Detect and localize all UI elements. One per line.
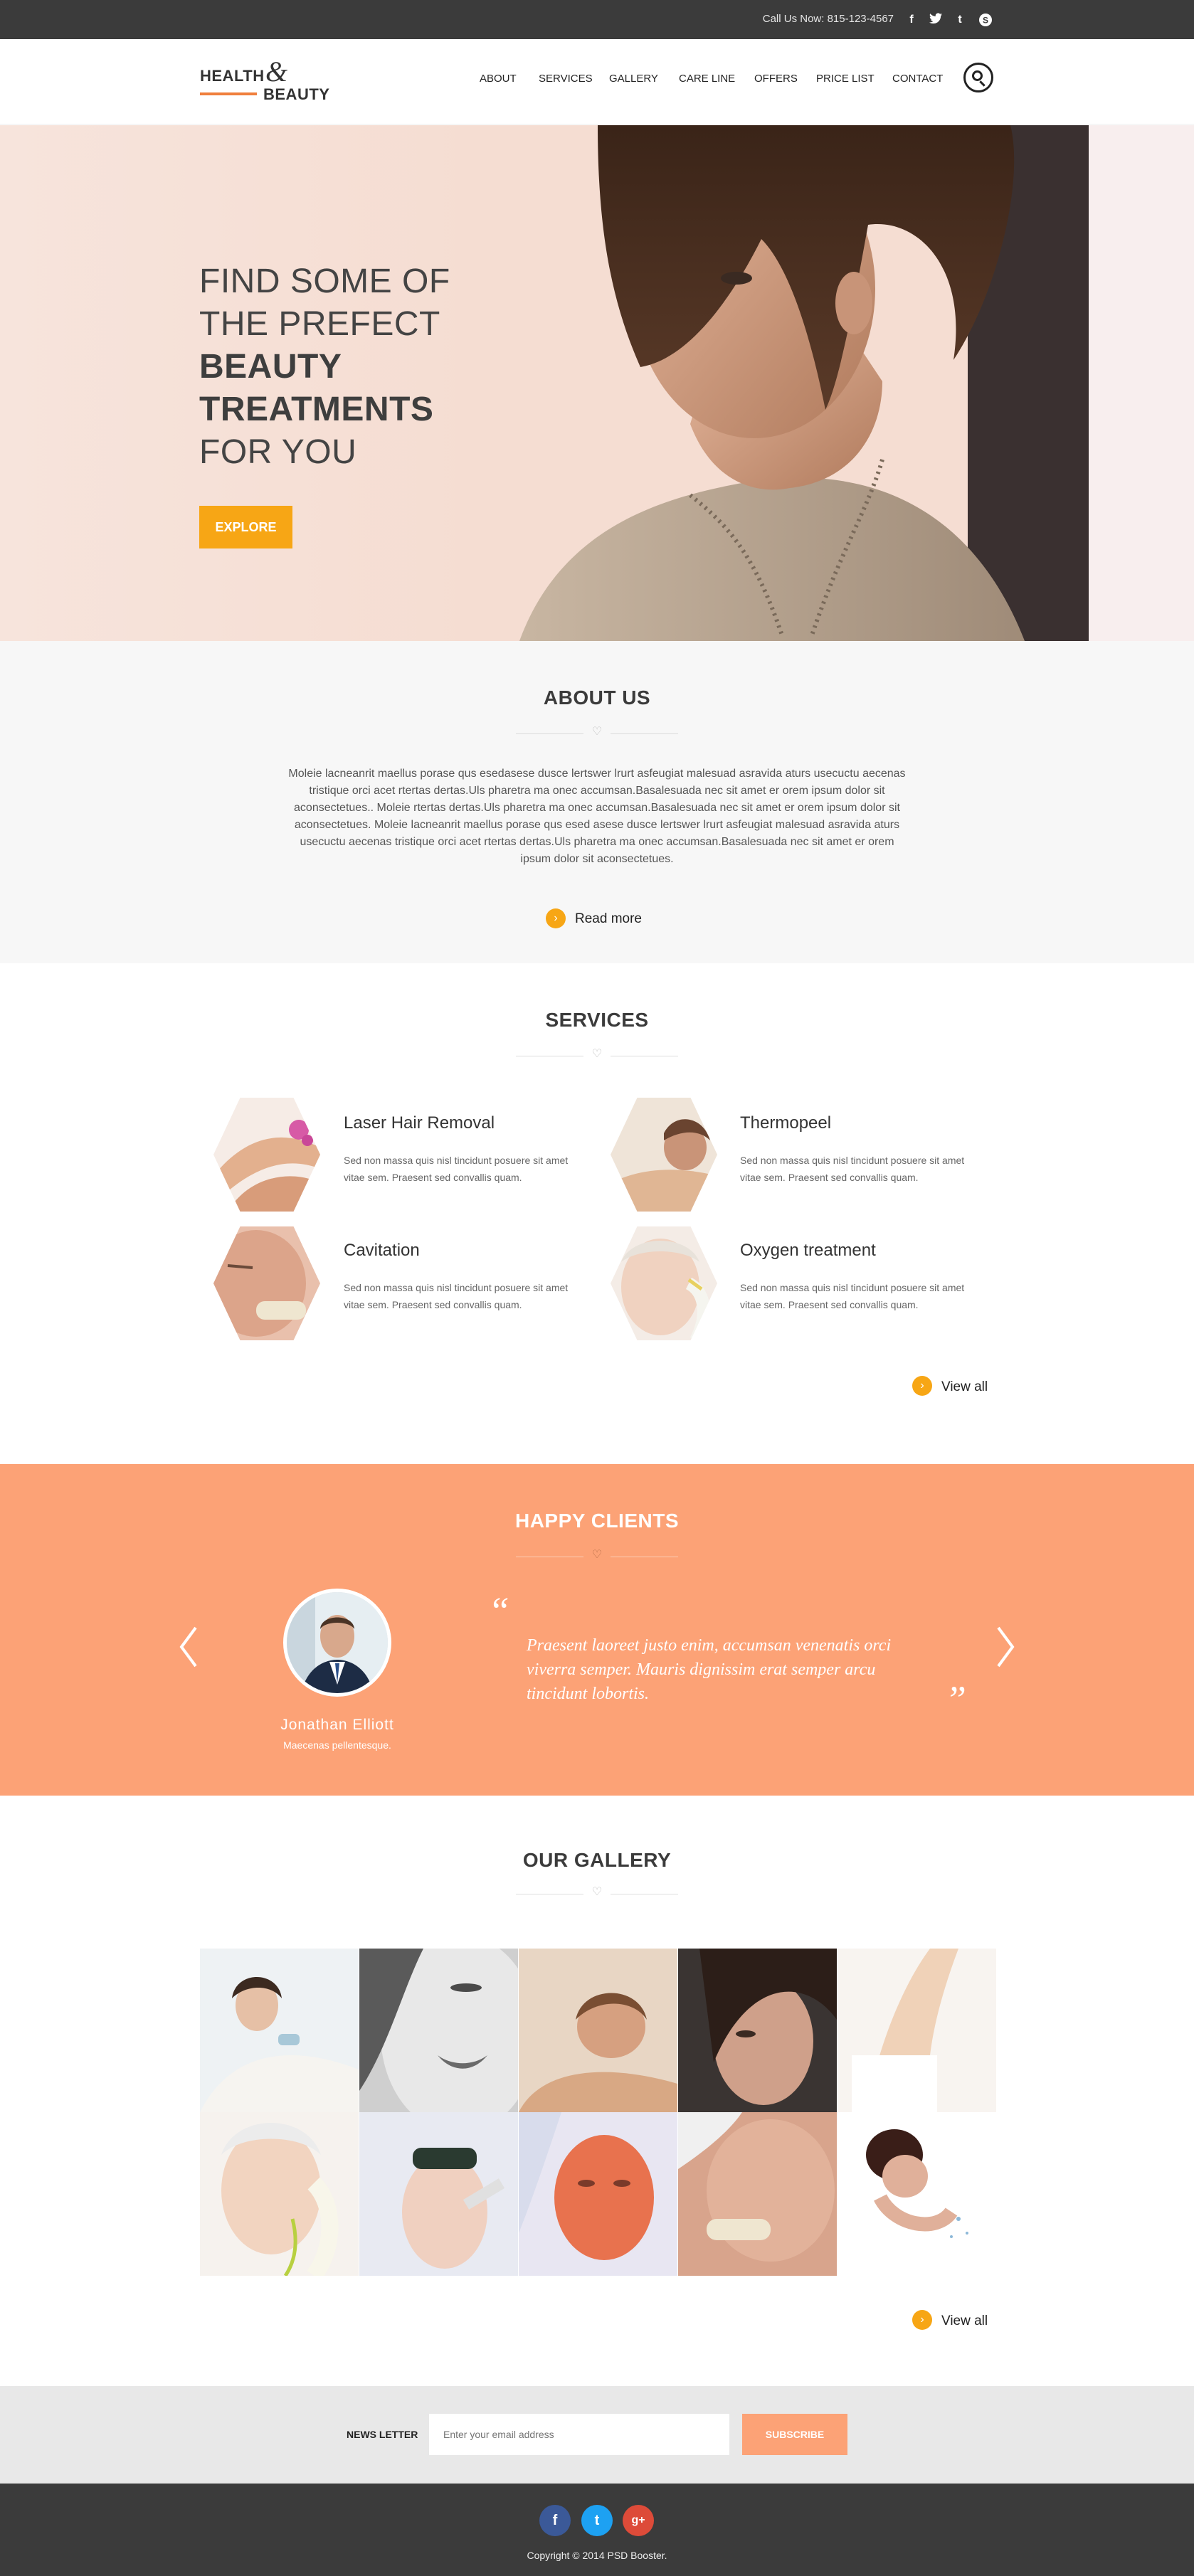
google-plus-icon[interactable]: g+ xyxy=(623,2505,654,2536)
gallery-image[interactable] xyxy=(519,1949,677,2112)
hero-line-5: FOR YOU xyxy=(199,433,357,471)
heart-icon: ♡ xyxy=(591,1886,603,1898)
service-desc-thermopeel: Sed non massa quis nisl tincidunt posuer… xyxy=(740,1155,965,1183)
service-title-cavitation[interactable]: Cavitation xyxy=(344,1241,420,1261)
hero-line-1: FIND SOME OF xyxy=(199,263,450,300)
nav-care-line[interactable]: CARE LINE xyxy=(679,73,735,85)
clients-title: HAPPY CLIENTS xyxy=(514,1510,680,1532)
search-button[interactable] xyxy=(963,63,993,92)
top-bar: Call Us Now: 815-123-4567 f t S xyxy=(0,0,1194,39)
services-title: SERVICES xyxy=(545,1009,649,1031)
facebook-icon[interactable]: f xyxy=(539,2505,571,2536)
hero-woman-image xyxy=(455,125,1194,641)
service-title-thermopeel[interactable]: Thermopeel xyxy=(740,1113,831,1133)
happy-clients-section: HAPPY CLIENTS ♡ Jonathan Elliott Maecena… xyxy=(0,1464,1194,1796)
gallery-image[interactable] xyxy=(678,1949,837,2112)
copyright-text: Copyright © 2014 PSD Booster. xyxy=(527,2550,667,2561)
heart-icon: ♡ xyxy=(591,1048,603,1060)
newsletter-section: NEWS LETTER SUBSCRIBE xyxy=(0,2386,1194,2484)
hero-line-2: THE PREFECT xyxy=(199,305,440,343)
service-image-oxygen[interactable] xyxy=(611,1226,717,1340)
explore-button[interactable]: EXPLORE xyxy=(199,506,292,548)
gallery-image[interactable] xyxy=(678,2112,837,2276)
about-title: ABOUT US xyxy=(543,687,651,709)
search-icon xyxy=(972,70,983,81)
services-divider: ♡ xyxy=(516,1049,678,1063)
site-footer: f t g+ Copyright © 2014 PSD Booster. xyxy=(0,2484,1194,2576)
chevron-right-icon[interactable] xyxy=(991,1622,1020,1672)
service-image-cavitation[interactable] xyxy=(213,1226,320,1340)
service-title-oxygen[interactable]: Oxygen treatment xyxy=(740,1241,876,1261)
about-section: ABOUT US ♡ Moleie lacneanrit maellus por… xyxy=(0,641,1194,963)
read-more-link[interactable]: Read more xyxy=(575,911,642,927)
gallery-image[interactable] xyxy=(200,1949,359,2112)
about-divider: ♡ xyxy=(516,726,678,741)
site-header: HEALTH & BEAUTY ABOUT SERVICES GALLERY C… xyxy=(0,39,1194,124)
logo-underline xyxy=(200,92,257,95)
service-image-thermopeel[interactable] xyxy=(611,1098,717,1212)
skype-icon[interactable]: S xyxy=(978,13,993,27)
chevron-right-icon[interactable]: › xyxy=(912,1376,932,1396)
logo-ampersand: & xyxy=(265,55,288,88)
service-desc-cavitation: Sed non massa quis nisl tincidunt posuer… xyxy=(344,1282,569,1310)
service-desc-laser: Sed non massa quis nisl tincidunt posuer… xyxy=(344,1155,569,1183)
gallery-divider: ♡ xyxy=(516,1887,678,1901)
gallery-image[interactable] xyxy=(359,2112,518,2276)
clients-divider: ♡ xyxy=(516,1549,678,1564)
chevron-right-icon[interactable]: › xyxy=(912,2310,932,2330)
nav-services[interactable]: SERVICES xyxy=(539,73,593,85)
client-avatar xyxy=(283,1589,391,1697)
subscribe-button[interactable]: SUBSCRIBE xyxy=(742,2414,847,2455)
twitter-icon[interactable] xyxy=(929,13,943,27)
nav-contact[interactable]: CONTACT xyxy=(892,73,943,85)
gallery-image[interactable] xyxy=(519,2112,677,2276)
services-section: SERVICES ♡ Laser Hair Removal Sed non ma… xyxy=(0,963,1194,1464)
service-desc-oxygen: Sed non massa quis nisl tincidunt posuer… xyxy=(740,1282,965,1310)
facebook-icon[interactable]: f xyxy=(904,13,919,27)
gallery-image[interactable] xyxy=(200,2112,359,2276)
newsletter-label: NEWS LETTER xyxy=(347,2429,418,2440)
hero-banner: FIND SOME OF THE PREFECT BEAUTY TREATMEN… xyxy=(0,125,1194,641)
services-view-all-link[interactable]: View all xyxy=(941,1379,988,1395)
service-title-laser[interactable]: Laser Hair Removal xyxy=(344,1113,495,1133)
hero-line-4: TREATMENTS xyxy=(199,391,434,428)
about-text: Moleie lacneanrit maellus porase qus ese… xyxy=(288,768,906,865)
newsletter-email-input[interactable] xyxy=(429,2414,729,2455)
nav-price-list[interactable]: PRICE LIST xyxy=(816,73,875,85)
close-quote-icon: ” xyxy=(945,1678,967,1721)
nav-offers[interactable]: OFFERS xyxy=(754,73,798,85)
chevron-right-icon[interactable]: › xyxy=(546,908,566,928)
gallery-section: OUR GALLERY ♡ › View all xyxy=(0,1796,1194,2386)
client-name: Jonathan Elliott xyxy=(280,1717,394,1733)
gallery-view-all-link[interactable]: View all xyxy=(941,2313,988,2329)
call-us-text: Call Us Now: 815-123-4567 xyxy=(762,13,894,25)
svg-text:S: S xyxy=(983,16,988,26)
heart-icon: ♡ xyxy=(591,726,603,738)
client-role: Maecenas pellentesque. xyxy=(283,1739,391,1751)
gallery-image[interactable] xyxy=(838,1949,996,2112)
gallery-image[interactable] xyxy=(359,1949,518,2112)
hero-line-3: BEAUTY xyxy=(199,348,342,386)
logo-beauty[interactable]: BEAUTY xyxy=(263,85,329,104)
logo-health[interactable]: HEALTH xyxy=(200,67,265,85)
gallery-title: OUR GALLERY xyxy=(522,1849,672,1871)
testimonial-quote: Praesent laoreet justo enim, accumsan ve… xyxy=(527,1636,892,1703)
nav-about[interactable]: ABOUT xyxy=(480,73,517,85)
tumblr-icon[interactable]: t xyxy=(953,13,967,27)
open-quote-icon: “ xyxy=(488,1589,510,1632)
gallery-image[interactable] xyxy=(838,2112,996,2276)
nav-gallery[interactable]: GALLERY xyxy=(609,73,658,85)
heart-icon: ♡ xyxy=(591,1549,603,1561)
service-image-laser[interactable] xyxy=(213,1098,320,1212)
chevron-left-icon[interactable] xyxy=(174,1622,203,1672)
twitter-icon[interactable]: t xyxy=(581,2505,613,2536)
